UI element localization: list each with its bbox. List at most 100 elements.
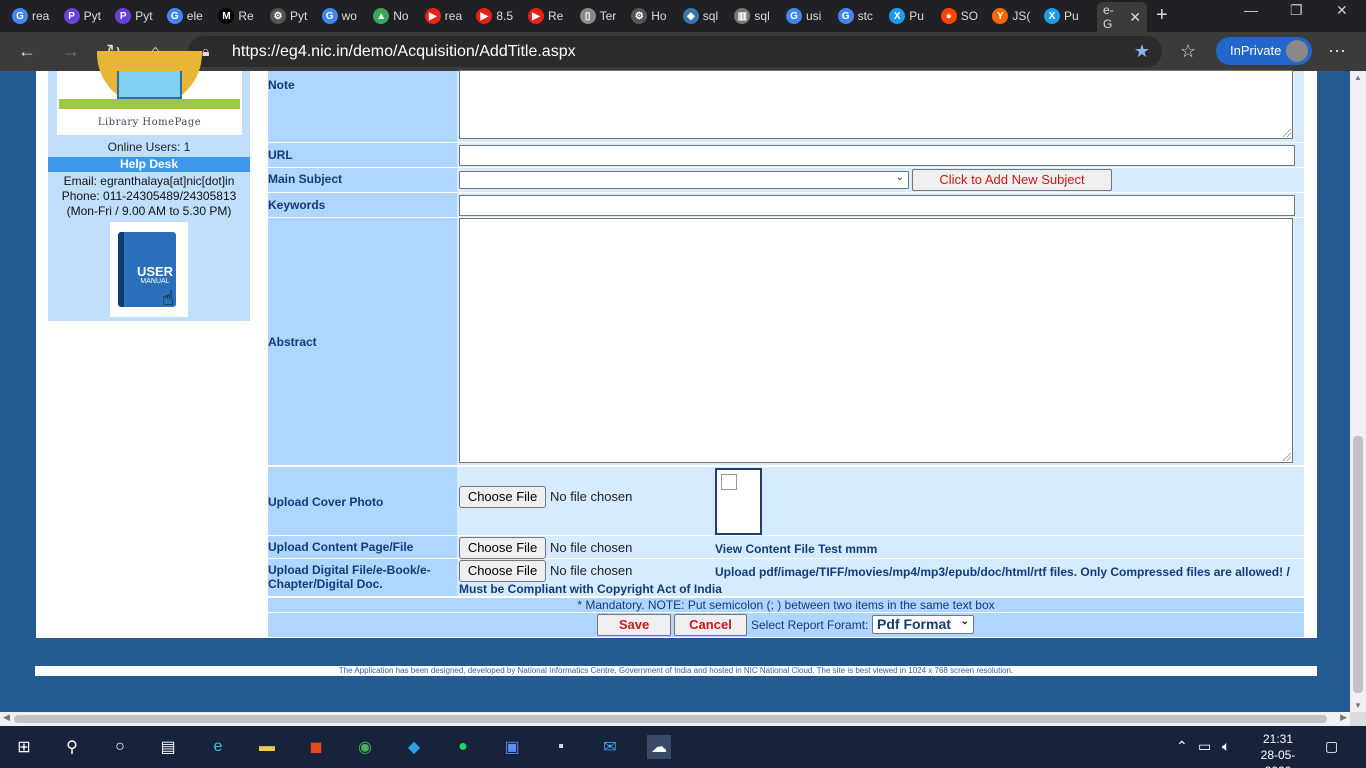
browser-tab[interactable]: X Pu (1044, 4, 1090, 28)
browser-tab[interactable]: ▲ No (373, 4, 419, 28)
tab-label: Re (548, 9, 564, 23)
chrome-icon[interactable]: ◉ (353, 735, 377, 759)
mandatory-note: * Mandatory. NOTE: Put semicolon (; ) be… (268, 598, 1304, 612)
tab-label: 8.5 (496, 9, 514, 23)
digital-choose-file-button[interactable]: Choose File (459, 560, 546, 582)
cancel-button[interactable]: Cancel (674, 614, 747, 636)
notifications-icon[interactable]: ▢ (1325, 738, 1338, 755)
browser-tab[interactable]: ● SO (940, 4, 987, 28)
back-icon[interactable]: ← (18, 41, 36, 62)
mail-icon[interactable]: ✉ (598, 735, 622, 759)
save-button[interactable]: Save (597, 614, 671, 636)
main-subject-select[interactable]: ⌄ (459, 171, 909, 189)
office-icon[interactable]: ◼ (304, 735, 328, 759)
browser-tab[interactable]: ▶ Re (528, 4, 574, 28)
tab-active[interactable]: e-G ✕ (1097, 2, 1147, 32)
browser-tab[interactable]: ▶ rea (424, 4, 471, 28)
url-field[interactable]: 🔒︎ https://eg4.nic.in/demo/Acquisition/A… (188, 36, 1162, 67)
vertical-scroll-thumb[interactable] (1353, 436, 1363, 693)
favorites-icon[interactable]: ☆ (1180, 41, 1196, 62)
resize-handle-icon[interactable] (1283, 129, 1291, 137)
search-icon[interactable]: ⚲ (60, 735, 84, 759)
browser-tab[interactable]: P Pyt (63, 4, 110, 28)
x-icon: X (1044, 8, 1060, 24)
more-icon[interactable]: ⋯ (1328, 41, 1346, 62)
browser-tab[interactable]: ◆ sql (682, 4, 729, 28)
app-icon[interactable]: ☁ (647, 735, 671, 759)
abstract-textarea[interactable] (459, 218, 1293, 463)
cover-choose-file-button[interactable]: Choose File (459, 486, 546, 508)
horizontal-scroll-thumb[interactable] (14, 715, 1327, 723)
cover-no-file-text: No file chosen (550, 489, 633, 504)
add-subject-button[interactable]: Click to Add New Subject (912, 169, 1112, 191)
minimize-icon[interactable]: — (1244, 2, 1258, 18)
digital-info-line2: Must be Compliant with Copyright Act of … (459, 582, 722, 596)
browser-tab[interactable]: ⚙ Pyt (270, 4, 316, 28)
edge-icon[interactable]: e (206, 735, 230, 759)
hand-pointer-icon: ☝︎ (162, 288, 175, 310)
cortana-icon[interactable]: ○ (108, 735, 132, 759)
browser-tab[interactable]: Gwo (321, 4, 368, 28)
vscode-icon[interactable]: ◆ (402, 735, 426, 759)
browser-tab[interactable]: ⚙ Ho (631, 4, 677, 28)
vertical-scrollbar[interactable]: ▲ ▼ (1350, 71, 1366, 712)
clock-time: 21:31 (1262, 732, 1294, 746)
restore-icon[interactable]: ❐ (1290, 2, 1303, 19)
scroll-up-icon[interactable]: ▲ (1354, 73, 1362, 82)
forward-icon[interactable]: → (62, 41, 80, 62)
report-format-label: Select Report Foramt: (751, 618, 869, 632)
new-tab-icon[interactable]: + (1156, 4, 1168, 27)
chevron-down-icon: ⌄ (895, 172, 904, 183)
store-icon[interactable]: ▣ (500, 735, 524, 759)
scroll-right-icon[interactable]: ▶ (1340, 712, 1347, 723)
horizontal-scrollbar[interactable]: ◀ ▶ (0, 712, 1350, 726)
content-choose-file-button[interactable]: Choose File (459, 537, 546, 559)
report-format-select[interactable]: Pdf Format ⌄ (872, 615, 974, 634)
view-content-link[interactable]: View Content File Test mmm (715, 542, 877, 556)
logo-ribbon (59, 99, 240, 109)
clock[interactable]: 21:31 28-05-2020 (1248, 731, 1308, 768)
browser-tab[interactable]: Grea (12, 4, 58, 28)
python-icon: ◆ (682, 8, 699, 24)
close-window-icon[interactable]: ✕ (1336, 2, 1348, 19)
browser-tab[interactable]: Y JS( (992, 4, 1038, 28)
tab-label: ele (186, 9, 203, 23)
tab-label: Ter (599, 9, 617, 23)
library-logo[interactable]: Library HomePage (57, 51, 242, 135)
volume-icon[interactable]: 🔈︎ (1222, 738, 1230, 755)
browser-tab[interactable]: ▯ Ter (579, 4, 626, 28)
manual-title: USER (136, 264, 174, 279)
url-input[interactable] (459, 145, 1295, 166)
favorite-star-icon[interactable]: ★ (1134, 36, 1150, 67)
browser-tab[interactable]: ▶ 8.5 (476, 4, 522, 28)
tab-label: stc (857, 9, 873, 23)
terminal-icon[interactable]: ▪ (549, 735, 573, 759)
scroll-down-icon[interactable]: ▼ (1354, 701, 1362, 710)
resize-handle-icon[interactable] (1283, 453, 1291, 461)
browser-tab[interactable]: Gusi (786, 4, 832, 28)
tab-label: sql (754, 9, 770, 23)
browser-tab[interactable]: P Pyt (115, 4, 161, 28)
browser-tab[interactable]: M Re (218, 4, 264, 28)
browser-tab[interactable]: Gstc (837, 4, 884, 28)
book-icon: ▥ (734, 8, 751, 24)
content-file-row: Upload Content Page/File Choose File No … (268, 536, 1304, 559)
x-icon: X (889, 8, 906, 24)
file-explorer-icon[interactable]: ▬ (255, 735, 279, 759)
user-manual-link[interactable]: USER MANUAL ☝︎ (110, 222, 188, 317)
note-textarea[interactable] (459, 70, 1293, 139)
browser-tab[interactable]: X Pu (889, 4, 935, 28)
close-tab-icon[interactable]: ✕ (1129, 9, 1141, 26)
tray-chevron-icon[interactable]: ⌃ (1176, 738, 1188, 755)
spotify-icon[interactable]: ● (451, 735, 475, 759)
scroll-left-icon[interactable]: ◀ (3, 712, 10, 723)
inprivate-button[interactable]: InPrivate (1216, 37, 1312, 65)
task-view-icon[interactable]: ▤ (156, 735, 180, 759)
network-icon[interactable]: ▭ (1198, 738, 1211, 755)
browser-tab[interactable]: Gele (166, 4, 213, 28)
windows-start-icon[interactable]: ⊞ (12, 735, 36, 759)
keywords-input[interactable] (459, 195, 1295, 216)
note-label-cell: Note (268, 71, 457, 142)
youtube-icon: ▶ (476, 8, 493, 24)
browser-tab[interactable]: ▥ sql (734, 4, 780, 28)
